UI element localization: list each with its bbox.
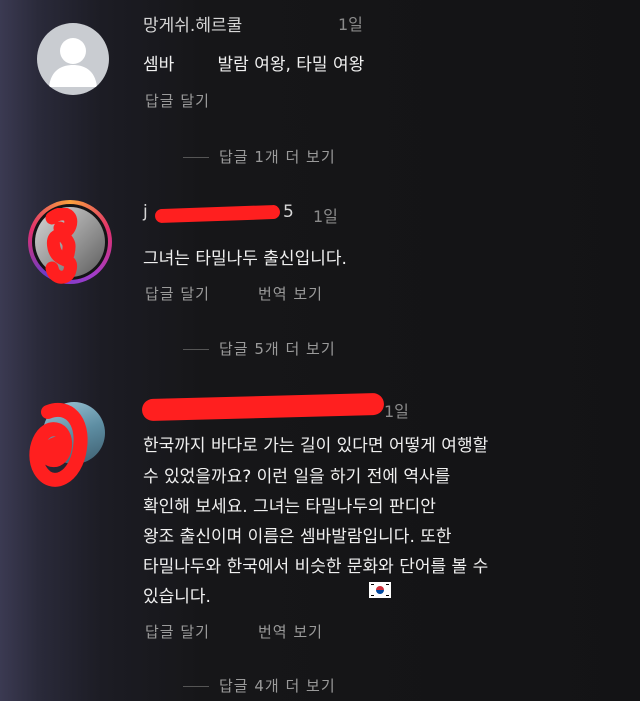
avatar-scribble-redaction [45,208,78,284]
see-translation-button[interactable]: 번역 보기 [258,621,323,642]
username-redaction [154,204,281,224]
comment-text-line: 수 있었을까요? 이런 일을 하기 전에 역사를 [143,467,451,487]
view-more-replies-button[interactable]: 답글 5개 더 보기 [183,338,336,359]
view-more-replies-button[interactable]: 답글 1개 더 보기 [183,146,336,167]
view-more-replies-label: 답글 1개 더 보기 [219,148,336,166]
view-more-replies-label: 답글 4개 더 보기 [219,677,336,695]
comment-timestamp: 1일 [384,402,409,421]
avatar-scribble-redaction [29,403,88,487]
comment-username[interactable]: 망게쉬.헤르쿨 [143,11,242,36]
comment-text: 그녀는 타밀나두 출신입니다. [143,249,347,269]
comment-username-tail: 5 [283,202,294,222]
comment-timestamp: 1일 [338,15,363,34]
comment-1: 망게쉬.헤르쿨 1일 셈바 발람 여왕, 타밀 여왕 답글 달기 답글 1개 더… [0,0,640,180]
comment-2: j 5 1일 그녀는 타밀나두 출신입니다. 답글 달기 번역 보기 답글 5개… [0,180,640,380]
comment-timestamp: 1일 [313,207,338,226]
divider-line [183,157,209,158]
username-redaction [141,392,385,422]
reply-button[interactable]: 답글 달기 [145,283,210,304]
comment-text: 셈바 발람 여왕, 타밀 여왕 [143,55,365,75]
comment-text-line: 확인해 보세요. 그녀는 타밀나두의 판디안 [143,497,436,517]
comment-text-line: 있습니다. [143,587,211,607]
reply-button[interactable]: 답글 달기 [145,621,210,642]
south-korea-flag-icon [369,582,391,598]
divider-line [183,686,209,687]
reply-button[interactable]: 답글 달기 [145,90,210,111]
comment-text-line: 한국까지 바다로 가는 길이 있다면 어떻게 여행할 [143,436,489,456]
comment-text-line: 타밀나두와 한국에서 비슷한 문화와 단어를 볼 수 [143,557,489,577]
see-translation-button[interactable]: 번역 보기 [258,283,323,304]
comment-3: 1일 한국까지 바다로 가는 길이 있다면 어떻게 여행할 수 있었을까요? 이… [0,380,640,701]
view-more-replies-button[interactable]: 답글 4개 더 보기 [183,675,336,696]
comment-username[interactable]: j [143,202,148,222]
divider-line [183,349,209,350]
default-avatar-icon[interactable] [37,23,109,95]
comment-text-line: 왕조 출신이며 이름은 셈바발람입니다. 또한 [143,527,452,547]
view-more-replies-label: 답글 5개 더 보기 [219,340,336,358]
